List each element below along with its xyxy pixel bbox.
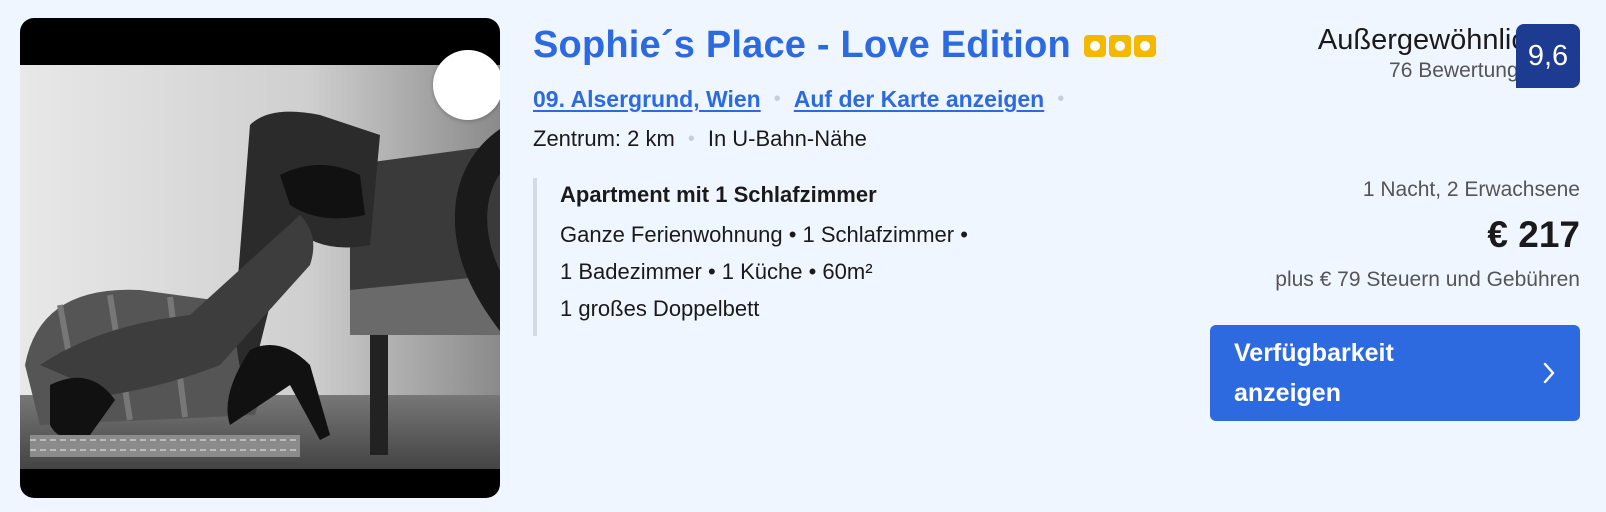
property-title[interactable]: Sophie´s Place - Love Edition — [533, 24, 1071, 67]
star-rating — [1083, 34, 1156, 57]
property-photo[interactable] — [20, 18, 500, 498]
price-block: 1 Nacht, 2 Erwachsene € 217 plus € 79 St… — [1275, 178, 1580, 292]
star-icon — [1133, 34, 1156, 57]
room-details: Apartment mit 1 Schlafzimmer Ganze Ferie… — [533, 178, 1063, 336]
room-features: Ganze Ferienwohnung • 1 Schlafzimmer • — [560, 222, 968, 247]
property-card: Sophie´s Place - Love Edition 09. Alserg… — [0, 0, 1606, 512]
chevron-right-icon — [1543, 362, 1555, 384]
location-row: 09. Alsergrund, Wien • Auf der Karte anz… — [533, 86, 1077, 113]
review-summary[interactable]: Außergewöhnlich 76 Bewertungen — [1318, 24, 1542, 83]
center-distance: Zentrum: 2 km — [533, 126, 675, 151]
bed-info: 1 großes Doppelbett — [560, 296, 760, 321]
transit-info: In U-Bahn-Nähe — [707, 126, 867, 151]
price: € 217 — [1487, 214, 1580, 255]
review-count: 76 Bewertungen — [1389, 59, 1542, 82]
see-availability-button[interactable]: Verfügbarkeit anzeigen — [1210, 325, 1580, 421]
favorite-button[interactable] — [433, 50, 500, 332]
star-icon — [1083, 34, 1106, 57]
room-title: Apartment mit 1 Schlafzimmer — [560, 182, 877, 207]
heart-icon — [454, 129, 500, 332]
stay-info: 1 Nacht, 2 Erwachsene — [1362, 178, 1580, 201]
star-icon — [1108, 34, 1131, 57]
title-row: Sophie´s Place - Love Edition — [533, 24, 1156, 67]
rating-label: Außergewöhnlich — [1317, 24, 1542, 56]
photo-image — [20, 65, 500, 469]
taxes-fees: plus € 79 Steuern und Gebühren — [1275, 268, 1580, 291]
room-features: 1 Badezimmer • 1 Küche • 60m² — [560, 259, 873, 284]
see-availability-label: Verfügbarkeit anzeigen — [1234, 339, 1394, 407]
district-link[interactable]: 09. Alsergrund, Wien — [533, 86, 761, 113]
separator-dot: • — [1057, 88, 1065, 110]
map-link[interactable]: Auf der Karte anzeigen — [794, 86, 1045, 113]
meta-row: Zentrum: 2 km • In U-Bahn-Nähe — [533, 126, 867, 152]
separator-dot: • — [773, 88, 781, 110]
separator-dot: • — [687, 127, 695, 150]
review-score-badge[interactable]: 9,6 — [1516, 24, 1580, 88]
